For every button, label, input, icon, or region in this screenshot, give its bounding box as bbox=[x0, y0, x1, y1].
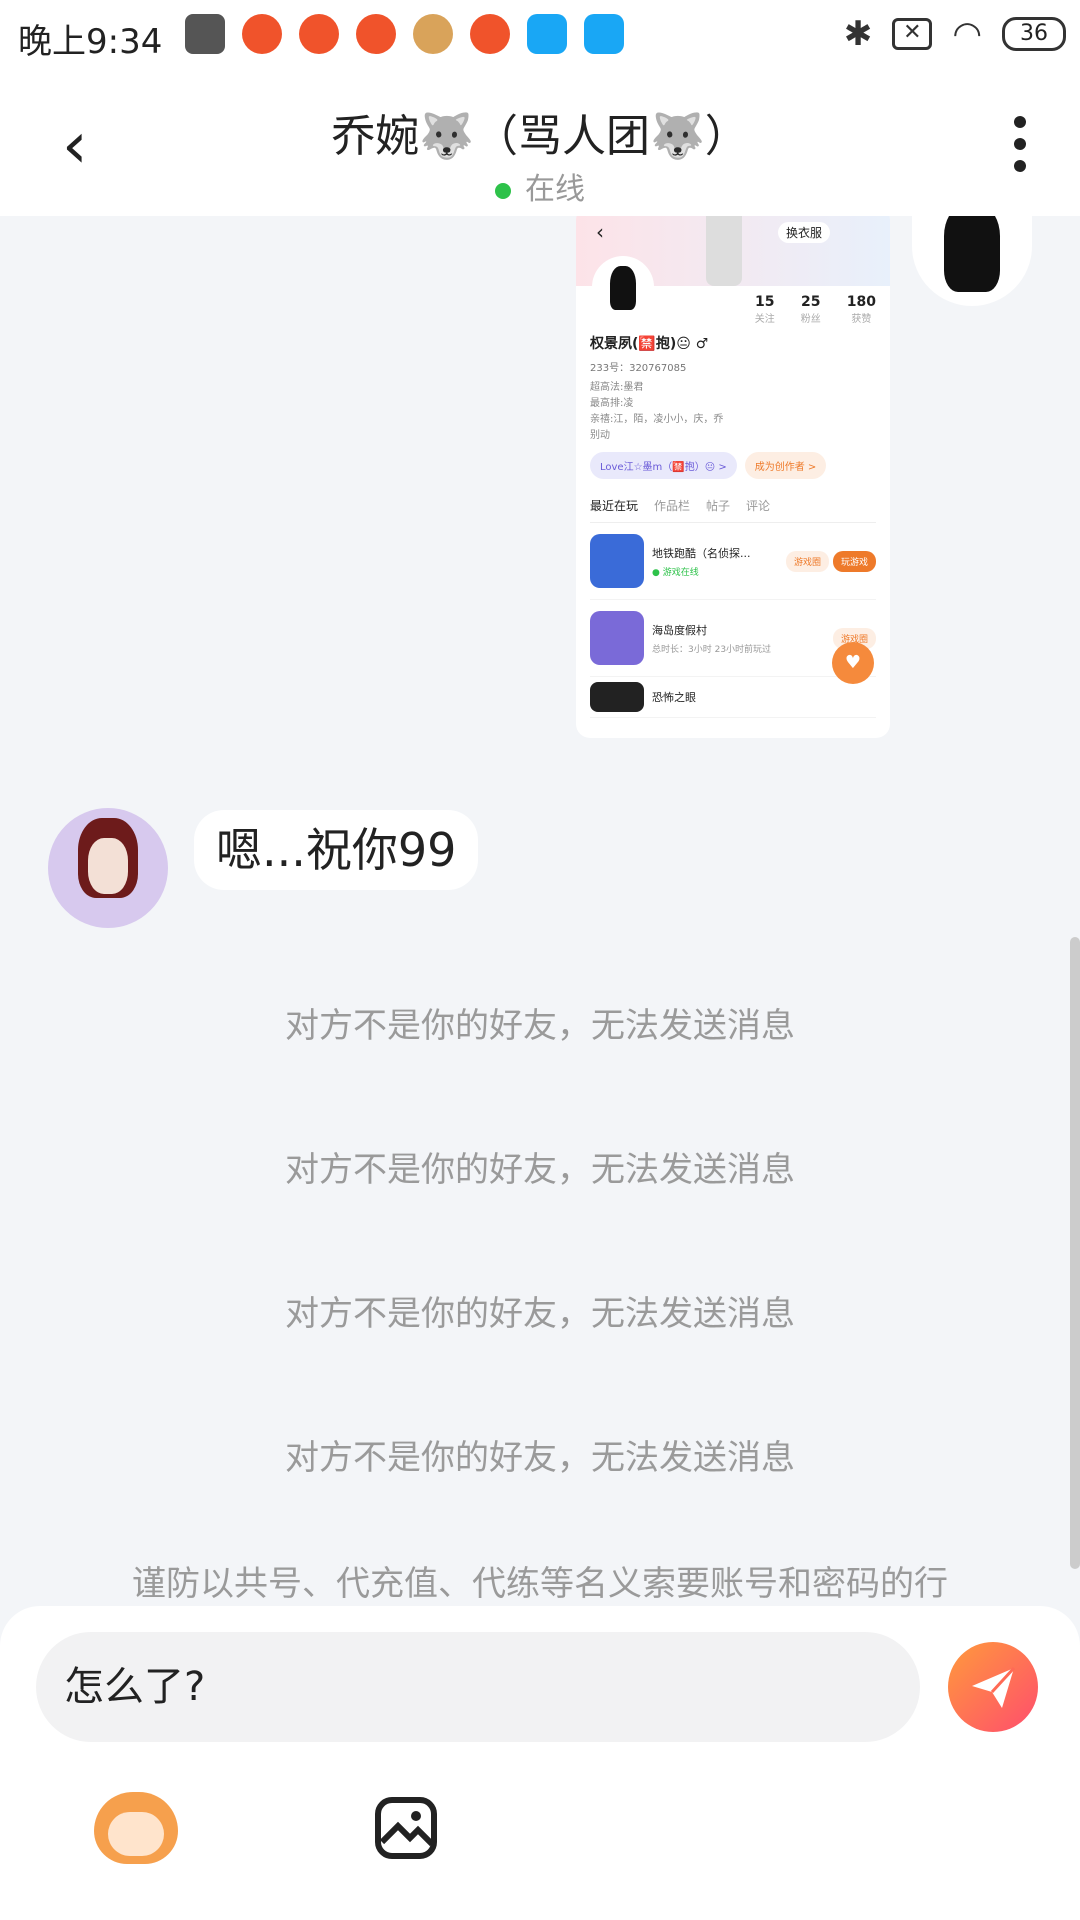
message-input[interactable] bbox=[36, 1632, 920, 1742]
stat-likes: 180 获赞 bbox=[846, 294, 876, 325]
security-warning: 谨防以共号、代充值、代练等名义索要账号和密码的行 bbox=[132, 1564, 948, 1604]
profile-avatar bbox=[592, 256, 654, 318]
shared-screenshot-image[interactable]: ‹ 换衣服 15 关注 25 粉丝 180 获赞 权景夙(🈲抱)😐 ♂ 233号：32… bbox=[576, 216, 890, 738]
profile-tags: Love江☆墨m（🈲抱）😐 > 成为创作者 > bbox=[590, 452, 876, 479]
tab-recent: 最近在玩 bbox=[590, 499, 639, 513]
stat-following: 15 关注 bbox=[754, 294, 775, 325]
tab-works: 作品栏 bbox=[654, 499, 691, 513]
app-notification-icon bbox=[356, 14, 396, 54]
notification-icons bbox=[185, 14, 624, 54]
battery-icon: 36 bbox=[1002, 17, 1066, 51]
monkey-app-icon bbox=[413, 14, 453, 54]
game-row: 恐怖之眼 bbox=[590, 677, 876, 718]
avatar-figure bbox=[706, 216, 742, 286]
mascot-emoji-icon[interactable] bbox=[94, 1792, 178, 1864]
app-notification-icon bbox=[299, 14, 339, 54]
profile-name: 权景夙(🈲抱)😐 ♂ bbox=[590, 336, 709, 352]
input-panel bbox=[0, 1606, 1080, 1920]
chat-header: ‹ 乔婉🐺（骂人团🐺） 在线 bbox=[0, 72, 1080, 216]
wifi-icon: ◠ bbox=[952, 14, 982, 54]
status-bar: 晚上9:34 ✱ ✕ ◠ 36 bbox=[0, 0, 1080, 72]
no-sim-icon: ✕ bbox=[892, 18, 933, 50]
image-picker-button[interactable] bbox=[374, 1796, 438, 1864]
chat-title: 乔婉🐺（骂人团🐺） bbox=[331, 111, 749, 162]
dress-button: 换衣服 bbox=[777, 222, 830, 243]
app-notification-icon bbox=[242, 14, 282, 54]
system-message: 对方不是你的好友，无法发送消息 bbox=[285, 1006, 795, 1046]
system-message: 对方不是你的好友，无法发送消息 bbox=[285, 1438, 795, 1478]
app-notification-icon bbox=[470, 14, 510, 54]
blue-app-icon bbox=[527, 14, 567, 54]
send-button[interactable] bbox=[948, 1642, 1038, 1732]
game-row: 地铁跑酷（名侦探... ● 游戏在线 游戏圈 玩游戏 bbox=[590, 523, 876, 600]
mi-store-icon bbox=[185, 14, 225, 54]
system-message: 对方不是你的好友，无法发送消息 bbox=[285, 1150, 795, 1190]
tab-comments: 评论 bbox=[746, 499, 771, 513]
heart-icon: ♥ bbox=[832, 642, 874, 684]
online-status: 在线 bbox=[0, 164, 1080, 208]
eye-game-icon bbox=[590, 682, 644, 712]
my-avatar[interactable] bbox=[912, 216, 1032, 306]
online-dot-icon bbox=[495, 182, 511, 199]
game-icon bbox=[590, 611, 644, 665]
chevron-left-icon: ‹ bbox=[596, 220, 604, 244]
status-time: 晚上9:34 bbox=[18, 22, 163, 62]
contact-avatar[interactable] bbox=[48, 808, 168, 928]
relation-tag: Love江☆墨m（🈲抱）😐 > bbox=[590, 452, 737, 479]
profile-tabs: 最近在玩 作品栏 帖子 评论 bbox=[590, 497, 876, 523]
profile-bio: 超高法:墨君 最高排:凌 亲禧:江，陌，凌小小，庆，乔 别动 bbox=[590, 382, 724, 441]
game-icon bbox=[590, 534, 644, 588]
image-icon bbox=[375, 1797, 437, 1859]
chat-messages[interactable]: ‹ 换衣服 15 关注 25 粉丝 180 获赞 权景夙(🈲抱)😐 ♂ 233号：32… bbox=[0, 216, 1080, 1606]
creator-tag: 成为创作者 > bbox=[744, 452, 827, 479]
more-options-button[interactable] bbox=[1014, 116, 1030, 182]
system-message: 对方不是你的好友，无法发送消息 bbox=[285, 1294, 795, 1334]
online-status-label: 在线 bbox=[525, 172, 585, 207]
send-icon bbox=[972, 1666, 1016, 1708]
message-bubble[interactable]: 嗯...祝你99 bbox=[194, 810, 479, 890]
scrollbar[interactable] bbox=[1070, 937, 1080, 1569]
blue-app-icon bbox=[584, 14, 624, 54]
stat-fans: 25 粉丝 bbox=[800, 294, 821, 325]
profile-id: 233号：320767085 bbox=[590, 363, 687, 374]
bluetooth-icon: ✱ bbox=[843, 14, 873, 54]
tab-posts: 帖子 bbox=[706, 499, 731, 513]
system-icons: ✱ ✕ ◠ 36 bbox=[844, 14, 1066, 54]
